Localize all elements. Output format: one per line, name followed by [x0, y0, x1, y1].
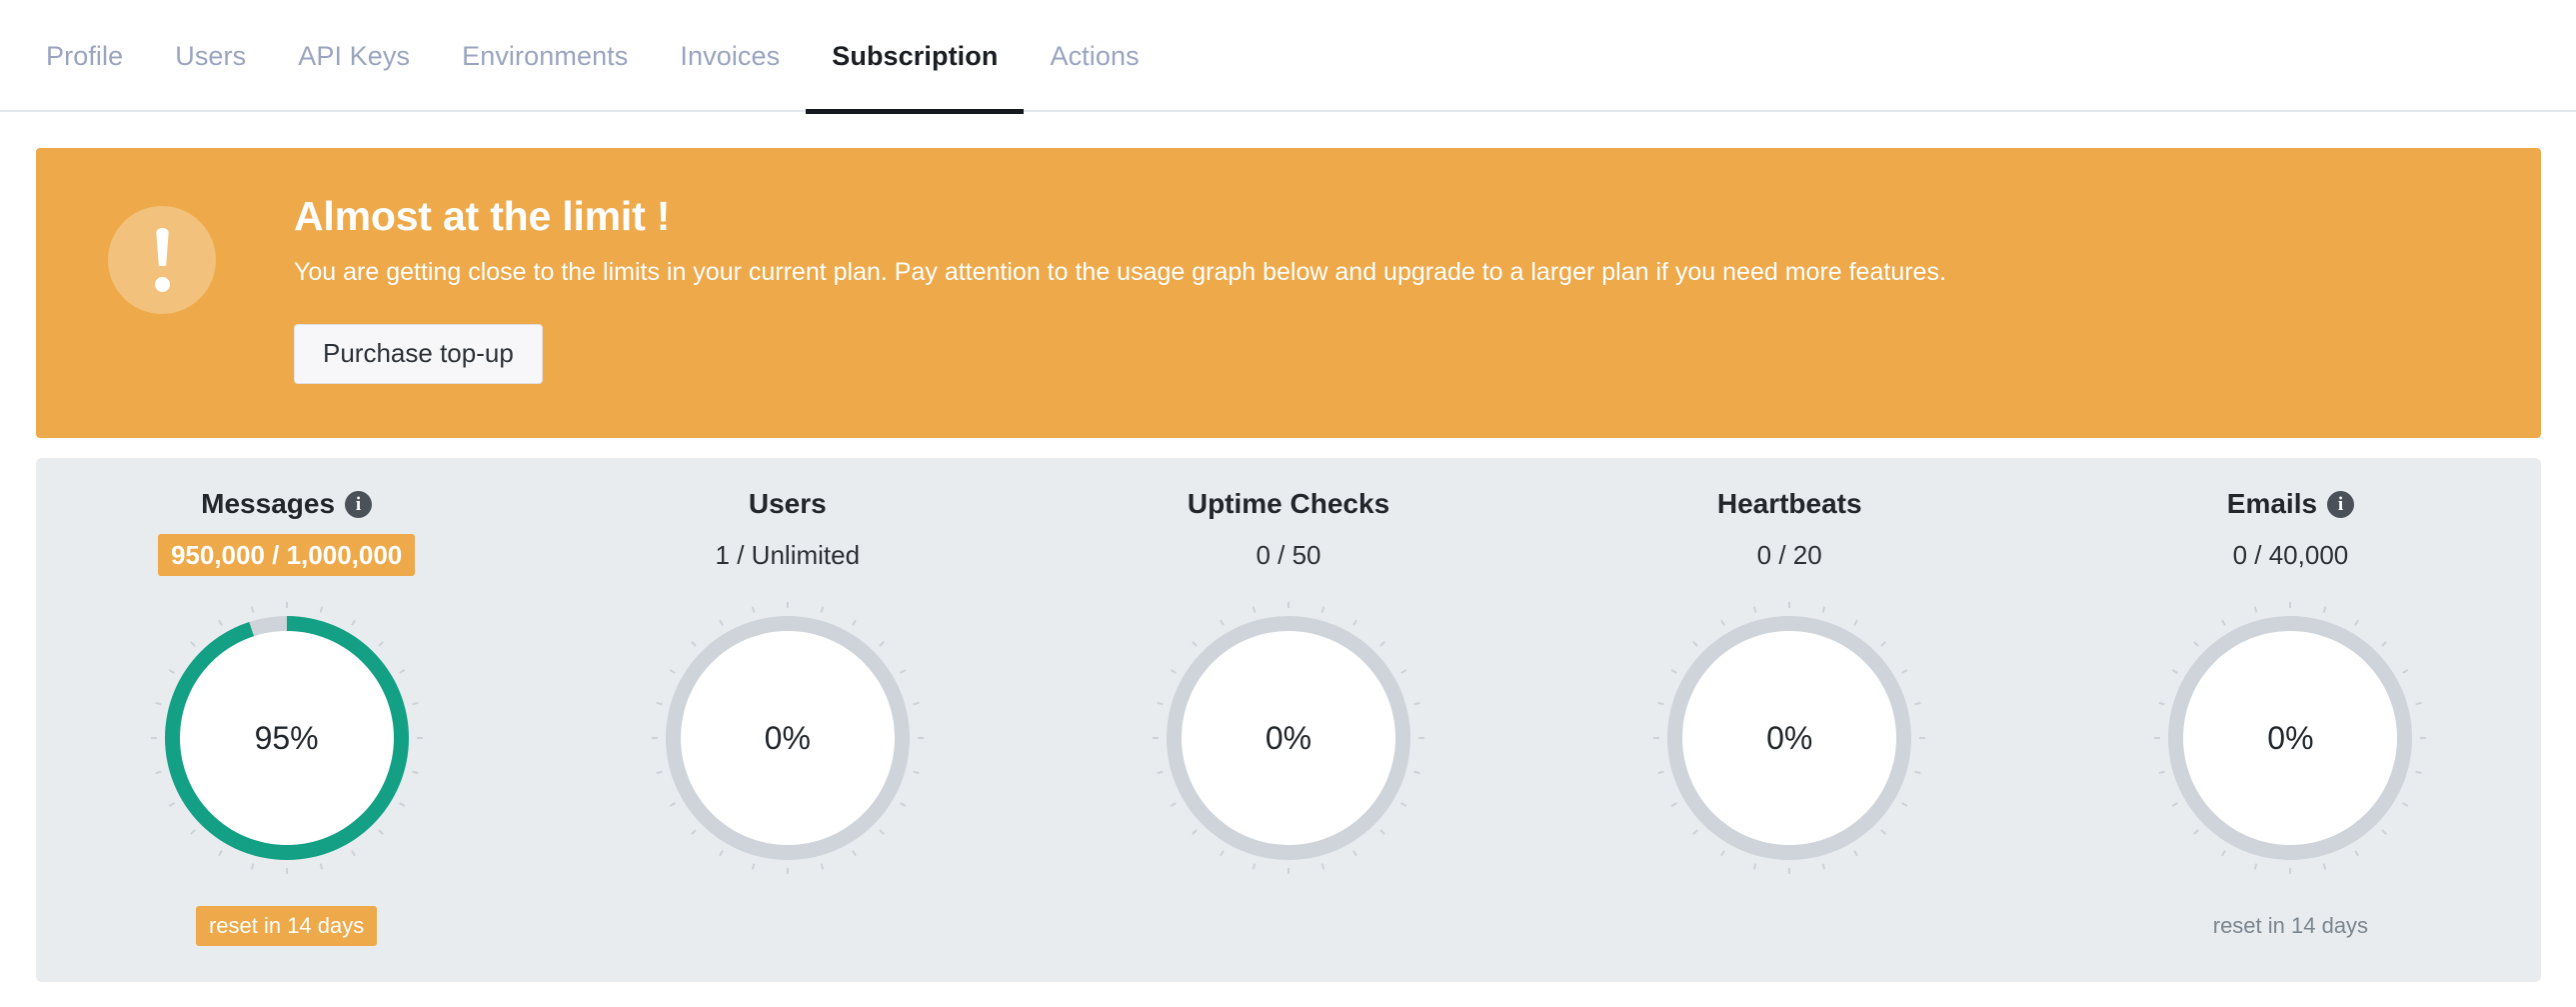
gauge-center: 0%	[2183, 631, 2398, 845]
gauge-center: 0%	[680, 631, 895, 845]
usage-card-title-text: Emails	[2226, 488, 2318, 519]
subscription-page: Profile Users API Keys Environments Invoices…	[0, 0, 2576, 1007]
info-icon[interactable]: i	[345, 490, 373, 518]
usage-card-users: Users 1 / Unlimited 0%	[537, 458, 1038, 982]
usage-gauge: 0%	[1153, 602, 1424, 874]
alert-body: Almost at the limit ! You are getting cl…	[294, 188, 1946, 384]
usage-card-emails: Emails i 0 / 40,000 0% reset in 14 days	[2040, 458, 2541, 982]
gauge-percent-label: 0%	[1766, 720, 1813, 756]
gauge-ring: 0%	[2168, 616, 2413, 860]
usage-card-title-text: Users	[748, 488, 827, 519]
settings-tab-bar: Profile Users API Keys Environments Invoices…	[0, 0, 2576, 114]
reset-label: reset in 14 days	[2212, 913, 2369, 938]
gauge-center: 0%	[1182, 631, 1395, 845]
usage-card-title: Emails i	[2226, 488, 2355, 519]
usage-text: 1 / Unlimited	[715, 540, 861, 570]
gauge-ring: 0%	[1667, 616, 1912, 860]
usage-gauge: 0%	[651, 602, 924, 874]
gauge-percent-label: 0%	[2267, 720, 2314, 756]
gauge-ring: 95%	[164, 616, 409, 860]
gauge-center: 95%	[179, 631, 394, 845]
usage-card-messages: Messages i 950,000 / 1,000,000 95% reset in …	[36, 458, 537, 982]
usage-card-uptime-checks: Uptime Checks 0 / 50 0%	[1038, 458, 1538, 982]
usage-badge: 950,000 / 1,000,000	[157, 534, 416, 576]
usage-card-title: Messages i	[201, 488, 373, 519]
purchase-topup-button[interactable]: Purchase top-up	[294, 323, 543, 384]
usage-text: 0 / 50	[1256, 540, 1321, 570]
limit-alert-banner: Almost at the limit ! You are getting cl…	[36, 148, 2541, 438]
exclamation-icon	[108, 206, 216, 314]
usage-panel: Messages i 950,000 / 1,000,000 95% reset in …	[36, 458, 2541, 982]
gauge-ring: 0%	[665, 616, 910, 860]
alert-title: Almost at the limit !	[294, 193, 671, 239]
info-icon[interactable]: i	[2327, 490, 2355, 518]
alert-description: You are getting close to the limits in y…	[294, 257, 1946, 286]
usage-text: 0 / 40,000	[2232, 540, 2349, 570]
usage-card-title: Users	[749, 490, 827, 518]
tab-profile[interactable]: Profile	[36, 0, 149, 112]
usage-card-title: Heartbeats	[1717, 490, 1862, 518]
usage-card-title-text: Messages	[201, 488, 336, 519]
usage-card-heartbeats: Heartbeats 0 / 20 0%	[1539, 458, 2040, 982]
usage-gauge: 95%	[150, 602, 423, 874]
usage-gauge: 0%	[1653, 602, 1926, 874]
usage-text: 0 / 20	[1756, 540, 1822, 570]
usage-card-title: Uptime Checks	[1188, 490, 1389, 518]
gauge-ring: 0%	[1167, 616, 1410, 860]
tab-invoices[interactable]: Invoices	[654, 0, 806, 112]
tab-environments[interactable]: Environments	[436, 0, 654, 112]
tab-api-keys[interactable]: API Keys	[272, 0, 436, 112]
gauge-percent-label: 0%	[764, 720, 811, 756]
gauge-percent-label: 95%	[254, 720, 319, 756]
tab-users[interactable]: Users	[149, 0, 272, 112]
gauge-center: 0%	[1682, 631, 1897, 845]
usage-gauge: 0%	[2154, 602, 2427, 874]
tab-actions[interactable]: Actions	[1024, 0, 1165, 112]
reset-label: reset in 14 days	[195, 906, 378, 946]
usage-card-title-text: Heartbeats	[1716, 488, 1862, 519]
tab-subscription[interactable]: Subscription	[806, 0, 1025, 114]
usage-card-title-text: Uptime Checks	[1187, 488, 1390, 519]
gauge-percent-label: 0%	[1265, 720, 1312, 756]
